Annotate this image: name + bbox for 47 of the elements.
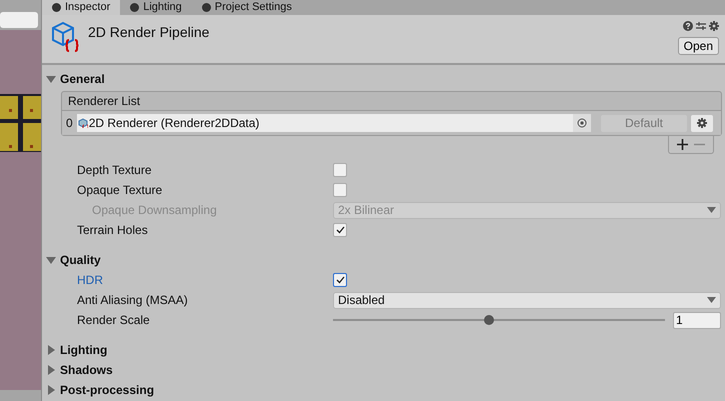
property-label: HDR: [77, 272, 104, 289]
check-icon: [336, 226, 344, 234]
property-label: Opaque Downsampling: [92, 202, 218, 219]
property-label: Opaque Texture: [77, 182, 164, 199]
number-field[interactable]: 1: [673, 312, 721, 328]
asset-icon: [50, 21, 80, 53]
sliders-icon[interactable]: [696, 21, 706, 31]
section-header[interactable]: Post-processing: [60, 381, 154, 399]
add-button[interactable]: [677, 136, 688, 152]
section-header[interactable]: Lighting: [60, 341, 108, 359]
collapsed-arrow-icon[interactable]: [46, 385, 56, 395]
section-header[interactable]: Quality: [60, 251, 101, 269]
panel-tab[interactable]: Project Settings: [192, 0, 302, 15]
settings-icon: [697, 118, 707, 128]
search-field[interactable]: [0, 12, 38, 28]
collapsed-arrow-icon[interactable]: [46, 345, 56, 355]
checkbox[interactable]: [333, 183, 347, 197]
property-label: Terrain Holes: [77, 222, 149, 239]
expanded-arrow-icon[interactable]: [46, 255, 56, 265]
caret-icon: [707, 207, 716, 213]
slider-thumb[interactable]: [484, 315, 494, 325]
help-icon[interactable]: [683, 21, 693, 31]
collapsed-arrow-icon[interactable]: [46, 365, 56, 375]
slider-track[interactable]: [333, 313, 665, 327]
asset-title: 2D Render Pipeline: [88, 23, 210, 42]
index-label: 0: [66, 115, 73, 132]
open-button[interactable]: Open: [678, 37, 719, 55]
panel-tab[interactable]: Inspector: [42, 0, 120, 15]
section-header[interactable]: Shadows: [60, 361, 113, 379]
panel-tab[interactable]: Lighting: [120, 0, 192, 15]
expanded-arrow-icon[interactable]: [46, 74, 56, 84]
dropdown[interactable]: Disabled: [333, 292, 721, 308]
section-header[interactable]: General: [60, 70, 105, 88]
settings-button[interactable]: [691, 114, 713, 132]
settings-icon[interactable]: [709, 21, 719, 31]
checkbox[interactable]: [333, 223, 347, 237]
object-field[interactable]: 2D Renderer (Renderer2DData): [76, 114, 591, 132]
property-label: Anti Aliasing (MSAA): [77, 292, 189, 309]
check-icon: [336, 276, 344, 284]
property-label: Depth Texture: [77, 162, 152, 179]
asset-icon: [78, 118, 88, 128]
property-label: Render Scale: [77, 312, 151, 329]
caret-icon: [707, 297, 716, 303]
checkbox[interactable]: [333, 163, 347, 177]
plus-icon: [677, 138, 688, 150]
checkbox[interactable]: [333, 273, 347, 287]
object-picker-icon[interactable]: [577, 118, 587, 128]
